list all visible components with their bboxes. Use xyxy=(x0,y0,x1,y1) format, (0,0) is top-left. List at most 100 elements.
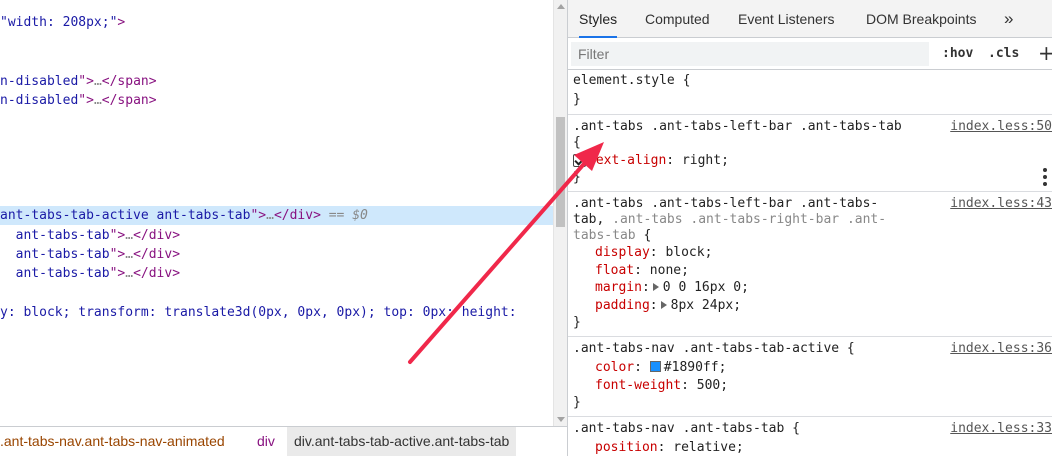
expand-triangle-icon[interactable] xyxy=(660,301,667,309)
color-swatch[interactable] xyxy=(649,361,661,372)
rule-source-link[interactable]: index.less:36 xyxy=(950,340,1052,358)
property-line[interactable]: padding: 8px 24px; xyxy=(595,297,741,315)
selector-part: tab, xyxy=(573,212,613,227)
scroll-down-arrow-icon[interactable] xyxy=(557,417,565,422)
rule-tabs-display: .ant-tabs .ant-tabs-left-bar .ant-tabs- … xyxy=(568,192,1052,337)
ellipsis[interactable]: … xyxy=(125,228,133,243)
more-options-icon[interactable] xyxy=(1043,168,1047,189)
property-value[interactable]: 0 0 16px 0; xyxy=(663,280,749,295)
rule-open-brace: { xyxy=(573,135,581,150)
filter-input[interactable] xyxy=(571,42,929,66)
property-line[interactable]: margin: 0 0 16px 0; xyxy=(595,279,749,297)
rule-close-brace: } xyxy=(573,92,581,107)
property-line[interactable]: position: relative; xyxy=(595,439,744,456)
property-name[interactable]: float xyxy=(595,263,634,278)
property-line[interactable]: display: block; xyxy=(595,244,712,262)
dom-line-selected-tab[interactable]: ant-tabs-tab-active ant-tabs-tab">…</div… xyxy=(0,206,553,225)
selector-text: .ant-tabs-nav .ant-tabs-tab-active xyxy=(573,341,840,356)
elements-panel: "width: 208px;"> n-disabled">…</span> n-… xyxy=(0,0,553,426)
dollar-zero-badge: $0 xyxy=(352,208,368,223)
rule-close-brace: } xyxy=(573,170,581,185)
rule-source-link[interactable]: index.less:50 xyxy=(950,118,1052,136)
filter-bar: :hov .cls + xyxy=(568,38,1052,70)
property-name[interactable]: margin xyxy=(595,280,642,295)
ellipsis[interactable]: … xyxy=(125,266,133,281)
ellipsis[interactable]: … xyxy=(125,247,133,262)
property-value[interactable]: none; xyxy=(650,263,689,278)
breadcrumb-item[interactable]: div xyxy=(257,427,275,456)
tag-punct: "> xyxy=(109,228,126,243)
property-value[interactable]: relative; xyxy=(673,440,743,455)
scroll-thumb[interactable] xyxy=(556,117,565,227)
rule-close-brace: } xyxy=(573,315,581,330)
property-name[interactable]: position xyxy=(595,440,658,455)
closing-tag: </div> xyxy=(273,208,321,223)
property-value[interactable]: 8px 24px; xyxy=(671,298,741,313)
elements-scrollbar[interactable] xyxy=(553,0,567,426)
property-value[interactable]: right; xyxy=(682,153,729,168)
rule-selector-line[interactable]: tabs-tab { xyxy=(573,227,651,245)
expand-triangle-icon[interactable] xyxy=(652,283,659,291)
rule-element-style: element.style { } xyxy=(568,70,1052,115)
selector-brace: { xyxy=(839,341,855,356)
tag-punct: "> xyxy=(109,247,126,262)
cls-toggle-button[interactable]: .cls xyxy=(988,44,1019,64)
hov-toggle-button[interactable]: :hov xyxy=(942,44,973,64)
dom-line-style-attr[interactable]: "width: 208px;"> xyxy=(0,13,125,32)
tag-punct: "> xyxy=(78,93,94,108)
tab-computed[interactable]: Computed xyxy=(645,0,710,37)
attr-value: n-disabled xyxy=(0,74,79,89)
rule-selector[interactable]: element.style { xyxy=(573,72,690,90)
selector-text: .ant-tabs-nav .ant-tabs-tab xyxy=(573,421,785,436)
new-style-rule-button[interactable]: + xyxy=(1038,41,1052,65)
property-name[interactable]: text-align xyxy=(588,153,666,168)
tag-punct: "> xyxy=(250,208,267,223)
rule-source-link[interactable]: index.less:43 xyxy=(950,195,1052,213)
property-line[interactable]: font-weight: 500; xyxy=(595,377,728,395)
tab-event-listeners[interactable]: Event Listeners xyxy=(738,0,835,37)
ellipsis[interactable]: … xyxy=(94,93,102,108)
styles-pane: Styles Computed Event Listeners DOM Brea… xyxy=(568,0,1052,456)
more-tabs-chevron-icon[interactable]: » xyxy=(1004,0,1013,37)
dom-line-span-1[interactable]: n-disabled">…</span> xyxy=(0,72,157,91)
property-name[interactable]: display xyxy=(595,245,650,260)
property-value[interactable]: 500; xyxy=(697,378,728,393)
dom-line-tab[interactable]: ant-tabs-tab">…</div> xyxy=(0,245,180,264)
selector-part-inactive: tabs-tab xyxy=(573,228,636,243)
property-enable-checkbox[interactable] xyxy=(573,154,586,167)
closing-tag: </div> xyxy=(133,247,181,262)
breadcrumb-item[interactable]: .ant-tabs-nav.ant-tabs-nav-animated xyxy=(0,427,225,456)
tab-styles[interactable]: Styles xyxy=(579,0,618,38)
tab-dom-breakpoints[interactable]: DOM Breakpoints xyxy=(866,0,976,37)
property-line[interactable]: color: #1890ff; xyxy=(595,359,726,377)
property-name[interactable]: padding xyxy=(595,298,650,313)
attr-value: ant-tabs-tab xyxy=(15,247,110,262)
rule-selector[interactable]: .ant-tabs .ant-tabs-left-bar .ant-tabs-t… xyxy=(573,118,902,136)
rule-selector[interactable]: .ant-tabs-nav .ant-tabs-tab-active { xyxy=(573,340,855,358)
rule-tab: .ant-tabs-nav .ant-tabs-tab { index.less… xyxy=(568,417,1052,456)
rule-source-link[interactable]: index.less:33 xyxy=(950,420,1052,438)
property-name[interactable]: color xyxy=(595,360,634,375)
dom-line-span-2[interactable]: n-disabled">…</span> xyxy=(0,91,157,110)
rule-selector[interactable]: .ant-tabs-nav .ant-tabs-tab { xyxy=(573,420,800,438)
dom-line-tab[interactable]: ant-tabs-tab">…</div> xyxy=(0,226,180,245)
property-line[interactable]: text-align: right; xyxy=(588,152,729,170)
dom-line-inline-style[interactable]: y: block; transform: translate3d(0px, 0p… xyxy=(0,303,517,322)
breadcrumb-item-current[interactable]: div.ant-tabs-tab-active.ant-tabs-tab xyxy=(287,427,517,456)
ellipsis[interactable]: … xyxy=(266,208,274,223)
closing-tag: </span> xyxy=(101,74,157,89)
attr-value: "width: 208px;" xyxy=(0,15,118,30)
attr-value: n-disabled xyxy=(0,93,79,108)
equals-sign: == xyxy=(320,208,353,223)
property-value[interactable]: block; xyxy=(665,245,712,260)
rule-left-bar-tab: .ant-tabs .ant-tabs-left-bar .ant-tabs-t… xyxy=(568,115,1052,192)
dom-line-tab[interactable]: ant-tabs-tab">…</div> xyxy=(0,264,180,283)
property-line[interactable]: float: none; xyxy=(595,262,689,280)
ellipsis[interactable]: … xyxy=(94,74,102,89)
closing-tag: </div> xyxy=(133,228,181,243)
property-name[interactable]: font-weight xyxy=(595,378,681,393)
scroll-up-arrow-icon[interactable] xyxy=(557,4,565,9)
closing-tag: </span> xyxy=(101,93,157,108)
tag-punct: "> xyxy=(78,74,94,89)
property-value[interactable]: #1890ff; xyxy=(664,360,727,375)
